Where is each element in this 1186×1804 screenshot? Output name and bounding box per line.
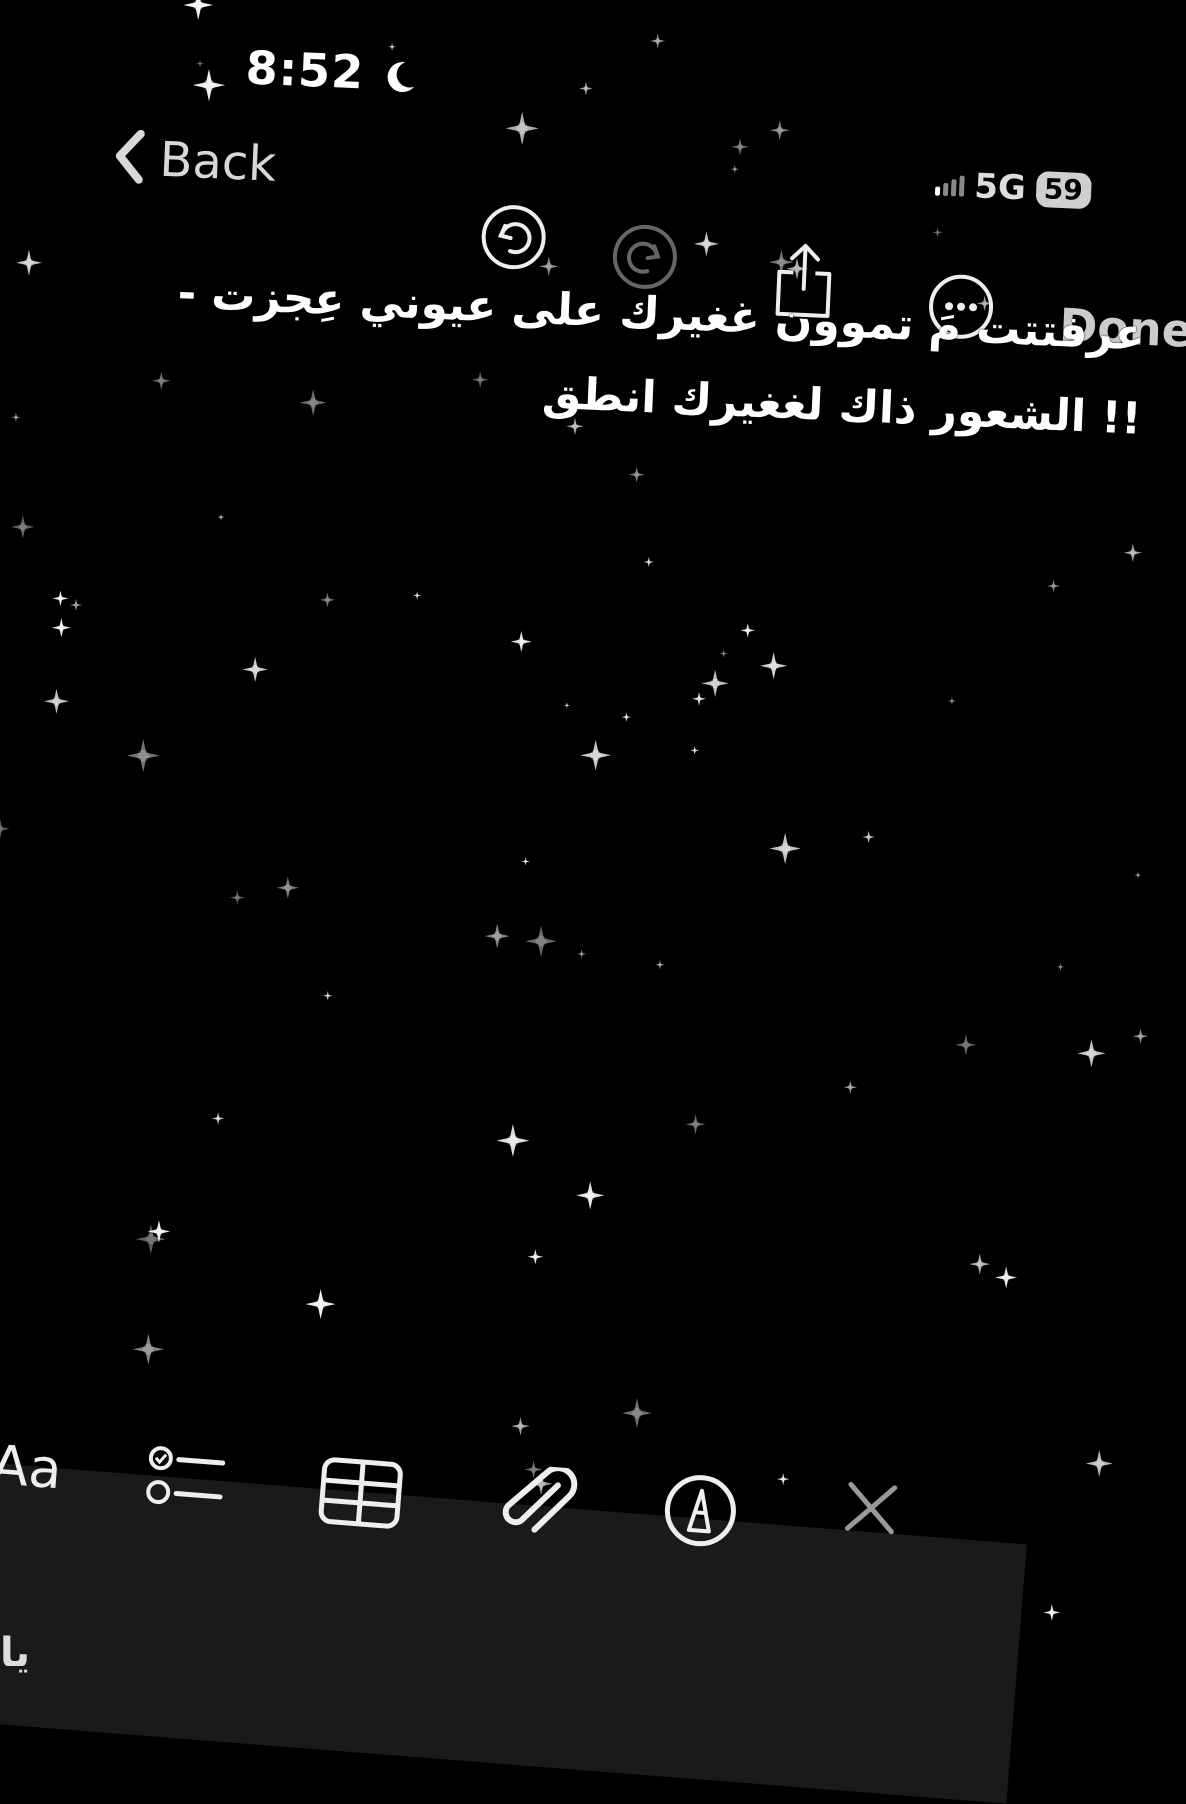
back-button[interactable]: Back bbox=[112, 129, 277, 194]
chevron-left-icon bbox=[112, 129, 145, 188]
note-body[interactable]: عرفتتت مَ تموون غغيرك على عيوني عِجزت - … bbox=[140, 250, 1146, 461]
signal-icon bbox=[934, 174, 965, 197]
format-toolbar: Aa bbox=[0, 1433, 1027, 1804]
moon-icon bbox=[386, 50, 418, 105]
text-format-button[interactable]: Aa bbox=[0, 1433, 64, 1501]
network-type: 5G bbox=[973, 166, 1027, 209]
table-icon[interactable] bbox=[316, 1455, 406, 1535]
paperclip-icon[interactable] bbox=[493, 1463, 579, 1553]
status-time: 8:52 bbox=[244, 40, 418, 105]
back-label: Back bbox=[158, 131, 278, 193]
markup-pen-icon[interactable] bbox=[659, 1470, 741, 1556]
close-icon[interactable] bbox=[839, 1476, 904, 1545]
battery-indicator: 59 bbox=[1035, 170, 1092, 210]
status-indicators: 5G 59 bbox=[934, 165, 1092, 212]
keyboard-suggestion[interactable]: يا bbox=[0, 1630, 30, 1676]
checklist-icon[interactable] bbox=[144, 1441, 230, 1521]
